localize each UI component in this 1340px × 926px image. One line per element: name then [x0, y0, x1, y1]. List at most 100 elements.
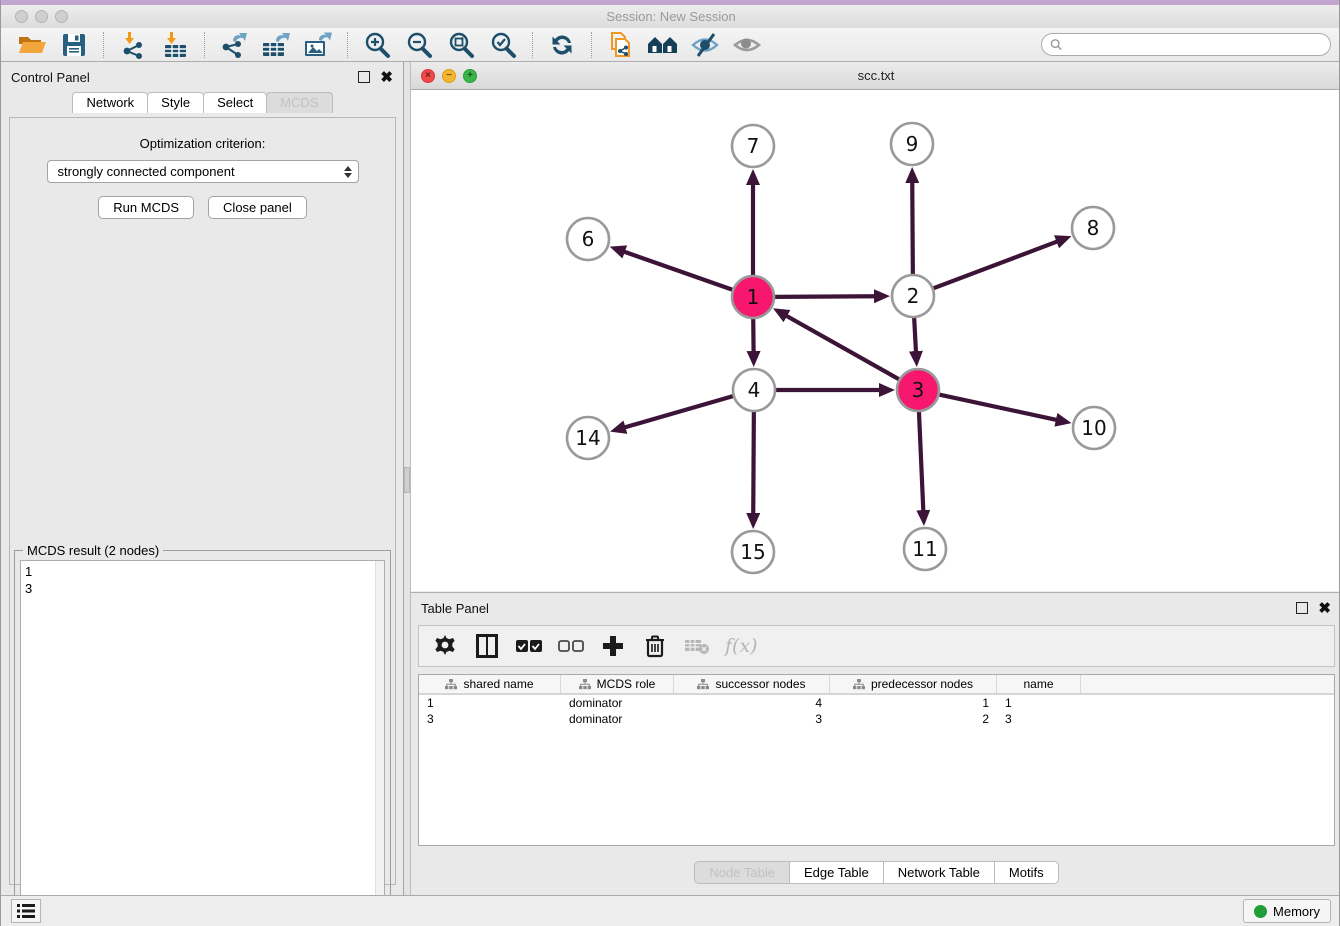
- graph-node-9[interactable]: 9: [891, 123, 933, 165]
- graph-node-4[interactable]: 4: [733, 369, 775, 411]
- svg-text:3: 3: [912, 378, 925, 402]
- graph-node-2[interactable]: 2: [892, 275, 934, 317]
- result-line: 3: [25, 580, 380, 597]
- export-network-icon[interactable]: [217, 31, 251, 59]
- graph-edge-1-2[interactable]: [774, 296, 876, 297]
- tab-style[interactable]: Style: [147, 92, 204, 113]
- refresh-view-icon[interactable]: [545, 31, 579, 59]
- close-panel-icon[interactable]: ✖: [380, 70, 393, 85]
- tab-motifs[interactable]: Motifs: [994, 861, 1059, 884]
- table-cell[interactable]: 3: [419, 711, 561, 727]
- table-row[interactable]: 3dominator323: [419, 711, 1334, 727]
- table-cell[interactable]: 3: [674, 711, 830, 727]
- tab-select[interactable]: Select: [203, 92, 267, 113]
- tab-edge-table[interactable]: Edge Table: [789, 861, 884, 884]
- graph-edge-1-6[interactable]: [623, 251, 733, 290]
- export-table-icon[interactable]: [259, 31, 293, 59]
- graph-edge-2-9[interactable]: [912, 181, 913, 275]
- column-header[interactable]: shared name: [419, 675, 561, 693]
- select-all-checkboxes-icon[interactable]: [515, 632, 543, 660]
- task-history-button[interactable]: [11, 899, 41, 923]
- network-graph[interactable]: 7 9 6 8 1 2 4 3 14 10 15 11: [411, 90, 1340, 591]
- unselect-all-checkboxes-icon[interactable]: [557, 632, 585, 660]
- hide-selected-icon[interactable]: [688, 31, 722, 59]
- table-cell[interactable]: 1: [997, 695, 1081, 711]
- graph-edge-4-15[interactable]: [753, 411, 754, 515]
- graph-edge-3-11[interactable]: [919, 411, 923, 512]
- graph-edge-4-14[interactable]: [624, 396, 734, 428]
- table-cell[interactable]: 1: [419, 695, 561, 711]
- graph-node-15[interactable]: 15: [732, 531, 774, 573]
- selected-criterion: strongly connected component: [58, 164, 344, 179]
- graph-node-8[interactable]: 8: [1072, 207, 1114, 249]
- table-header-row[interactable]: shared nameMCDS rolesuccessor nodesprede…: [419, 675, 1334, 695]
- graph-node-11[interactable]: 11: [904, 528, 946, 570]
- zoom-selected-icon[interactable]: [486, 31, 520, 59]
- toolbar-separator: [103, 32, 104, 58]
- close-table-panel-icon[interactable]: ✖: [1318, 601, 1331, 616]
- zoom-fit-icon[interactable]: [444, 31, 478, 59]
- zoom-in-icon[interactable]: [360, 31, 394, 59]
- tab-node-table[interactable]: Node Table: [694, 861, 790, 884]
- network-window-titlebar[interactable]: × − + scc.txt: [411, 62, 1340, 90]
- save-session-icon[interactable]: [57, 31, 91, 59]
- graph-node-1[interactable]: 1: [732, 276, 774, 318]
- search-input[interactable]: [1067, 38, 1322, 52]
- show-columns-icon[interactable]: [473, 632, 501, 660]
- first-neighbors-icon[interactable]: [646, 31, 680, 59]
- open-session-icon[interactable]: [15, 31, 49, 59]
- graph-node-7[interactable]: 7: [732, 125, 774, 167]
- table-cell[interactable]: dominator: [561, 711, 674, 727]
- search-box[interactable]: [1041, 33, 1331, 56]
- graph-edge-3-10[interactable]: [939, 394, 1058, 420]
- run-mcds-button[interactable]: Run MCDS: [98, 196, 194, 219]
- column-header[interactable]: successor nodes: [674, 675, 830, 693]
- status-bar: Memory: [1, 895, 1340, 926]
- memory-button[interactable]: Memory: [1243, 899, 1331, 923]
- clone-network-view-icon[interactable]: [604, 31, 638, 59]
- table-cell[interactable]: 3: [997, 711, 1081, 727]
- column-header[interactable]: name: [997, 675, 1081, 693]
- node-table[interactable]: shared nameMCDS rolesuccessor nodesprede…: [418, 674, 1335, 846]
- graph-node-10[interactable]: 10: [1073, 407, 1115, 449]
- tab-mcds[interactable]: MCDS: [266, 92, 332, 113]
- float-panel-icon[interactable]: [358, 71, 370, 83]
- create-column-icon[interactable]: [599, 632, 627, 660]
- graph-edge-2-3[interactable]: [914, 317, 916, 353]
- column-header[interactable]: MCDS role: [561, 675, 674, 693]
- delete-columns-icon[interactable]: [641, 632, 669, 660]
- svg-text:1: 1: [747, 285, 760, 309]
- graph-edge-3-1[interactable]: [785, 315, 899, 380]
- import-network-icon[interactable]: [116, 31, 150, 59]
- graph-node-3[interactable]: 3: [897, 369, 939, 411]
- function-builder-icon: f(x): [725, 635, 758, 657]
- table-cell[interactable]: 2: [830, 711, 997, 727]
- export-image-icon[interactable]: [301, 31, 335, 59]
- result-scrollbar[interactable]: [375, 561, 384, 921]
- column-header[interactable]: predecessor nodes: [830, 675, 997, 693]
- table-row[interactable]: 1dominator411: [419, 695, 1334, 711]
- main-titlebar[interactable]: Session: New Session: [1, 5, 1340, 28]
- table-cell[interactable]: 1: [830, 695, 997, 711]
- svg-text:15: 15: [740, 540, 765, 564]
- svg-text:7: 7: [747, 134, 760, 158]
- table-cell[interactable]: 4: [674, 695, 830, 711]
- graph-node-14[interactable]: 14: [567, 417, 609, 459]
- graph-node-6[interactable]: 6: [567, 218, 609, 260]
- toolbar-separator: [204, 32, 205, 58]
- table-options-gear-icon[interactable]: [431, 632, 459, 660]
- toolbar-separator: [347, 32, 348, 58]
- close-panel-button[interactable]: Close panel: [208, 196, 307, 219]
- tab-network-table[interactable]: Network Table: [883, 861, 995, 884]
- table-tabs: Node Table Edge Table Network Table Moti…: [411, 861, 1340, 884]
- zoom-out-icon[interactable]: [402, 31, 436, 59]
- show-all-icon[interactable]: [730, 31, 764, 59]
- float-table-panel-icon[interactable]: [1296, 602, 1308, 614]
- mcds-result-text[interactable]: 13: [20, 560, 385, 922]
- tab-network[interactable]: Network: [72, 92, 148, 113]
- table-cell[interactable]: dominator: [561, 695, 674, 711]
- optimization-criterion-select[interactable]: strongly connected component: [47, 160, 359, 183]
- import-table-icon[interactable]: [158, 31, 192, 59]
- graph-edge-2-8[interactable]: [933, 241, 1059, 289]
- network-canvas[interactable]: 7 9 6 8 1 2 4 3 14 10 15 11: [411, 90, 1340, 591]
